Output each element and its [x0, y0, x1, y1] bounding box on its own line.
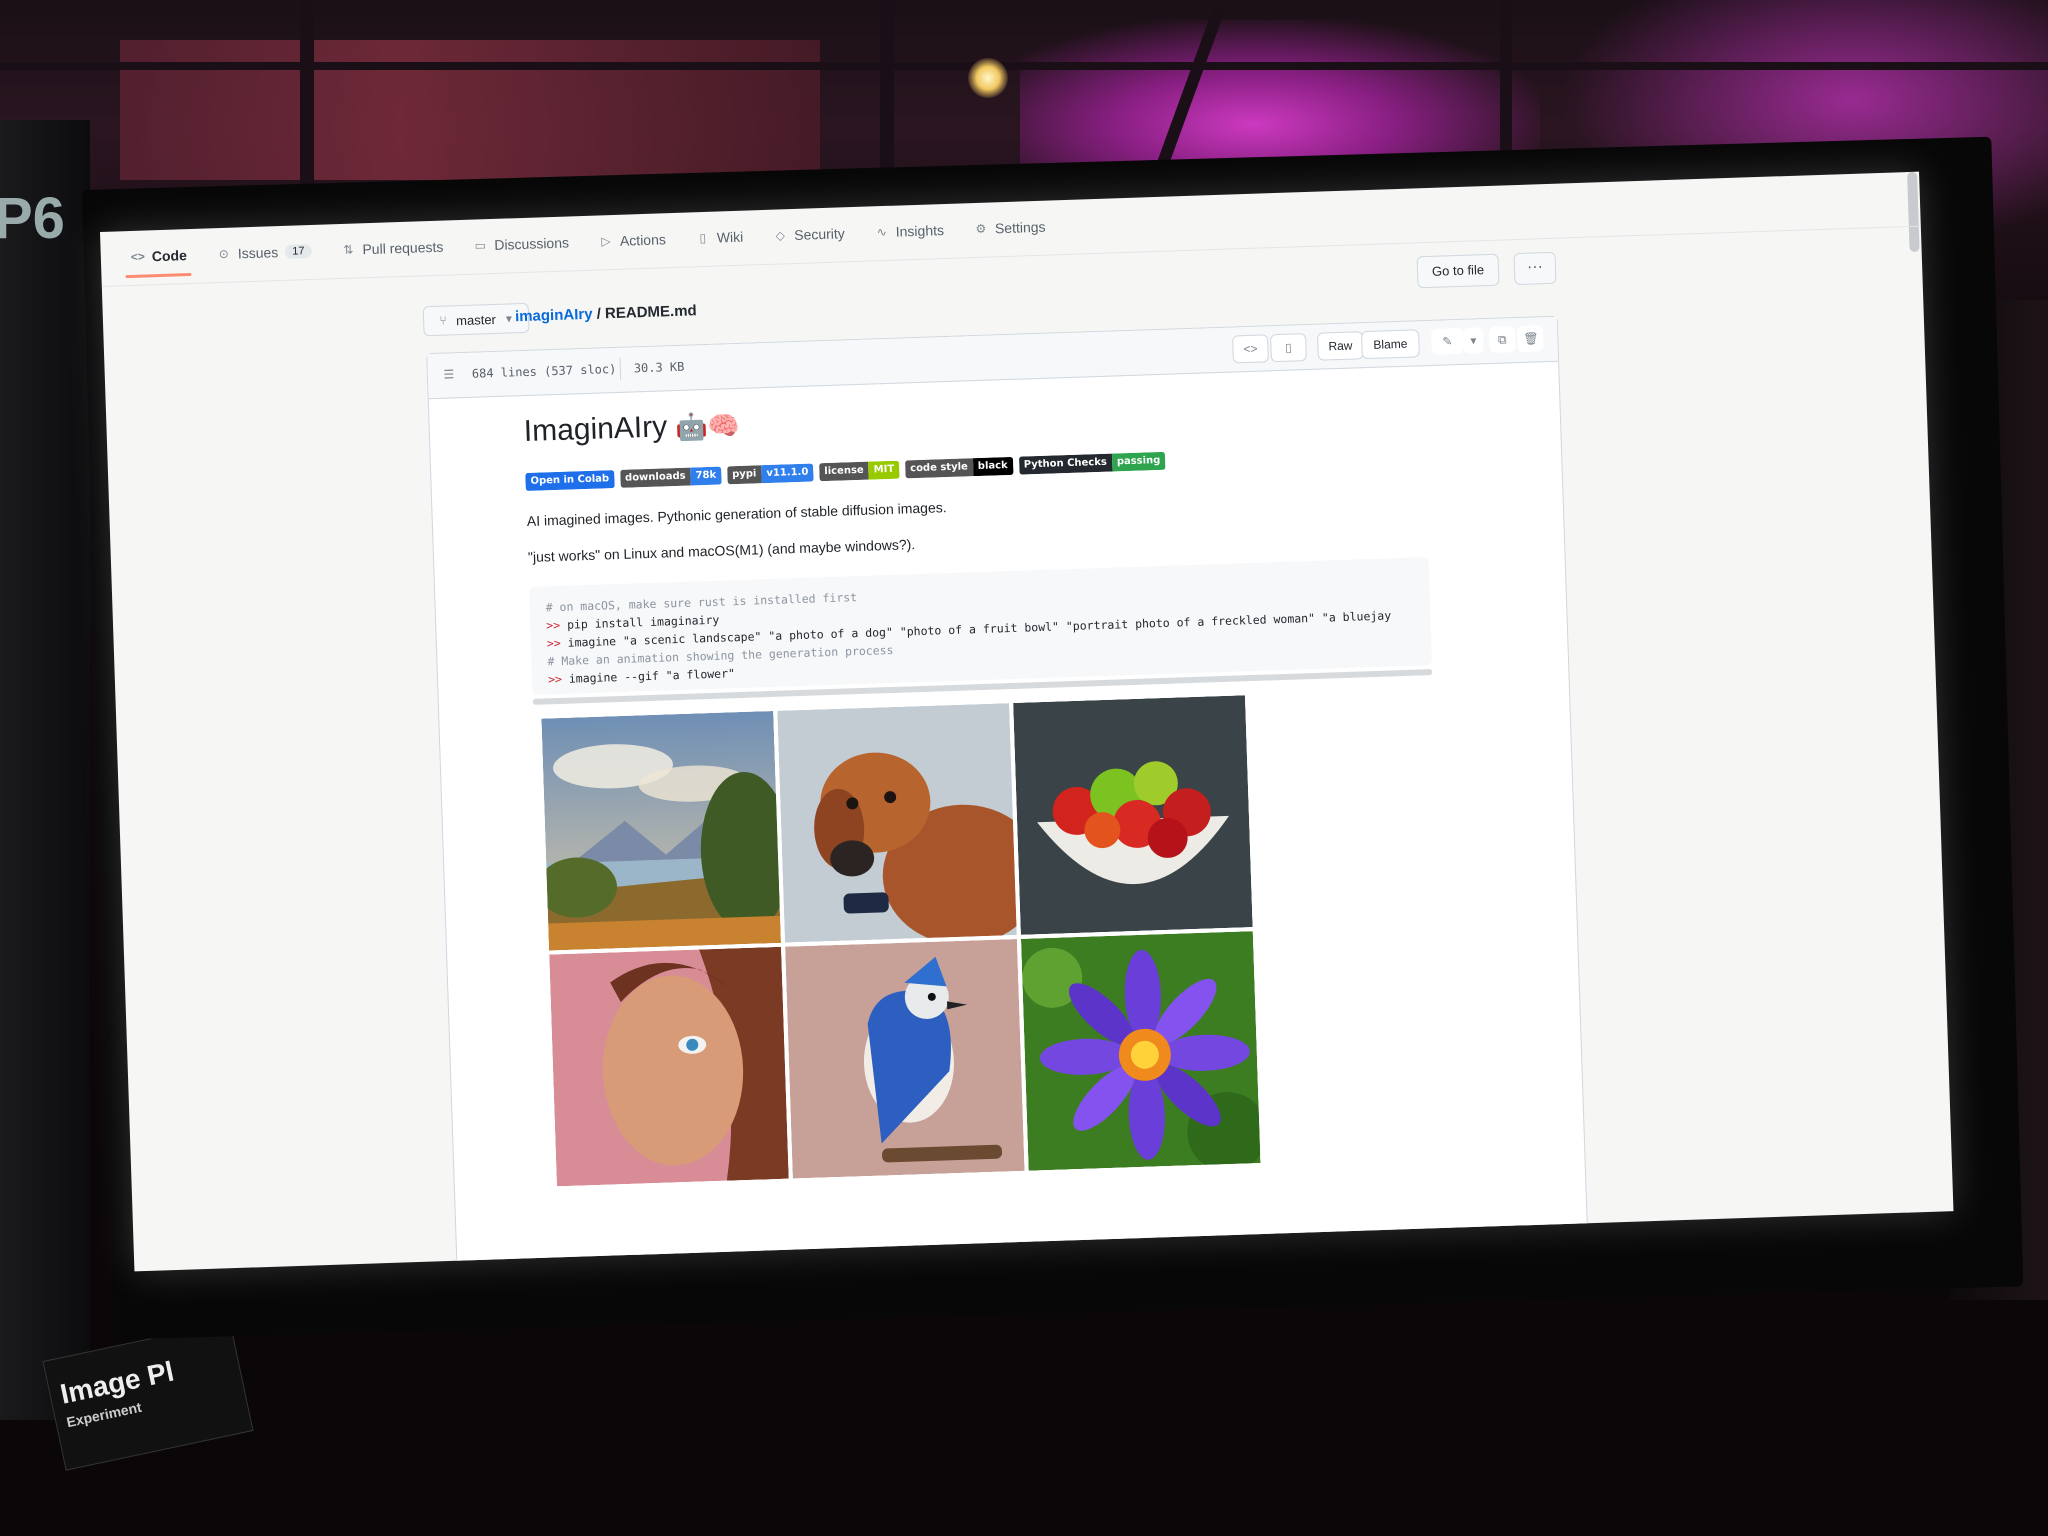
chevron-down-icon: ▾ [505, 311, 513, 326]
badge-value: black [972, 456, 1014, 477]
tab-code-label: Code [151, 247, 188, 265]
delete-file-button[interactable]: 🗑 [1516, 325, 1544, 353]
badge-label: license [819, 461, 870, 482]
edit-dropdown-button[interactable]: ▾ [1462, 327, 1484, 354]
fruit-bowl-image [1013, 695, 1253, 935]
tab-security[interactable]: ◇ Security [773, 225, 845, 243]
readme-badge[interactable]: Python Checks passing [1018, 451, 1166, 475]
breadcrumb: imaginAIry / README.md [515, 302, 697, 325]
ceiling-lamp [968, 58, 1008, 98]
wall-number: P6 [0, 186, 65, 251]
tab-discussions-label: Discussions [494, 234, 570, 253]
badge-value: passing [1111, 451, 1166, 472]
issues-counter: 17 [284, 244, 312, 259]
book-icon: ▯ [699, 230, 707, 246]
code-icon: <> [130, 249, 146, 264]
page-scrollbar[interactable] [1907, 171, 1920, 253]
copy-icon: ⧉ [1497, 332, 1507, 347]
gear-icon: ⚙ [975, 221, 987, 236]
bluejay-image [785, 938, 1025, 1179]
branch-icon: ⑂ [439, 313, 447, 328]
example-image-grid [541, 695, 1266, 1187]
breadcrumb-separator: / [596, 305, 602, 323]
badge-label: pypi [726, 465, 762, 485]
badge-label: Python Checks [1018, 453, 1113, 475]
readme-title-text: ImaginAIry [523, 410, 668, 449]
breadcrumb-file: README.md [604, 302, 697, 323]
browser-screen: <> Code ⊙ Issues 17 ⇅ Pull requests ▭ Di… [100, 171, 1954, 1272]
badge-value: v11.1.0 [761, 463, 814, 484]
selected-tab-underline [125, 272, 192, 279]
tab-code[interactable]: <> Code [131, 247, 187, 265]
more-options-button[interactable]: ··· [1513, 251, 1557, 286]
ceiling-truss [300, 0, 314, 190]
outline-list-icon[interactable]: ☰ [442, 367, 456, 381]
discussion-icon: ▭ [474, 238, 487, 253]
branch-select-button[interactable]: ⑂ master ▾ [422, 302, 530, 337]
copy-raw-button[interactable]: ⧉ [1488, 326, 1516, 353]
file-icon: ▯ [1284, 340, 1293, 355]
readme-badge[interactable]: code style black [904, 456, 1014, 479]
issue-circle-icon: ⊙ [218, 246, 230, 262]
display-rendered-button[interactable]: ▯ [1270, 333, 1307, 363]
dog-image [777, 703, 1017, 943]
breadcrumb-repo-link[interactable]: imaginAIry [515, 306, 593, 326]
tab-wiki-label: Wiki [716, 228, 744, 246]
tab-wiki[interactable]: ▯ Wiki [696, 228, 744, 247]
tab-settings-label: Settings [994, 218, 1046, 237]
graph-icon: ∿ [876, 224, 887, 240]
readme-badge[interactable]: Open in Colab [525, 470, 615, 492]
badge-value: 78k [690, 466, 722, 486]
readme-badge[interactable]: downloads 78k [619, 466, 722, 488]
raw-button[interactable]: Raw [1317, 331, 1364, 361]
shield-icon: ◇ [775, 228, 786, 243]
code-prompt: >> [546, 635, 561, 651]
repo-nav: <> Code ⊙ Issues 17 ⇅ Pull requests ▭ Di… [131, 219, 1046, 265]
monitor-brand [1042, 1253, 1052, 1279]
readme-content: ImaginAIry 🤖🧠 Open in Colab downloads 78k py… [523, 382, 1532, 705]
edit-file-button[interactable]: ✎ [1430, 327, 1464, 355]
line-count: 684 lines (537 sloc) [471, 361, 617, 381]
badge-label: code style [904, 458, 974, 479]
badge-label: downloads [619, 467, 691, 488]
display-source-button[interactable]: <> [1232, 334, 1269, 364]
file-size: 30.3 KB [633, 359, 685, 376]
branch-name: master [455, 311, 497, 328]
code-icon: <> [1243, 341, 1258, 357]
tab-pull-requests-label: Pull requests [362, 238, 444, 258]
tab-actions-label: Actions [619, 231, 667, 249]
tab-insights[interactable]: ∿ Insights [874, 222, 944, 240]
ceiling-beam [0, 62, 2048, 70]
tab-issues-label: Issues [237, 244, 279, 262]
robot-brain-emoji: 🤖🧠 [674, 409, 741, 443]
badge-value: MIT [868, 460, 900, 480]
code-prompt: >> [546, 617, 561, 633]
tab-security-label: Security [793, 225, 846, 243]
scenic-landscape-image [541, 710, 781, 951]
chevron-down-icon: ▾ [1470, 333, 1477, 348]
tab-insights-label: Insights [895, 222, 945, 240]
tab-pull-requests[interactable]: ⇅ Pull requests [341, 239, 443, 258]
go-to-file-button[interactable]: Go to file [1416, 253, 1500, 289]
pencil-icon: ✎ [1442, 334, 1453, 349]
header-divider [619, 357, 622, 380]
pull-request-icon: ⇅ [343, 242, 354, 257]
left-wall [0, 120, 90, 1420]
tab-actions[interactable]: ▷ Actions [599, 231, 666, 249]
freckled-woman-image [549, 946, 789, 1187]
blame-button[interactable]: Blame [1360, 329, 1420, 360]
flower-image [1020, 931, 1261, 1171]
readme-badge[interactable]: license MIT [819, 460, 900, 482]
badge-label: Open in Colab [525, 470, 615, 492]
code-prompt: >> [547, 671, 563, 687]
red-banner [120, 40, 820, 180]
tab-settings[interactable]: ⚙ Settings [974, 218, 1046, 237]
tab-issues[interactable]: ⊙ Issues 17 [217, 243, 312, 262]
code-command: imagine --gif "a flower" [561, 666, 736, 686]
tab-discussions[interactable]: ▭ Discussions [473, 234, 569, 253]
file-viewer: ☰ 684 lines (537 sloc) 30.3 KB <> ▯ Raw … [426, 315, 1590, 1272]
play-icon: ▷ [601, 234, 611, 249]
trash-icon: 🗑 [1523, 331, 1539, 346]
readme-badge[interactable]: pypi v11.1.0 [726, 463, 814, 485]
